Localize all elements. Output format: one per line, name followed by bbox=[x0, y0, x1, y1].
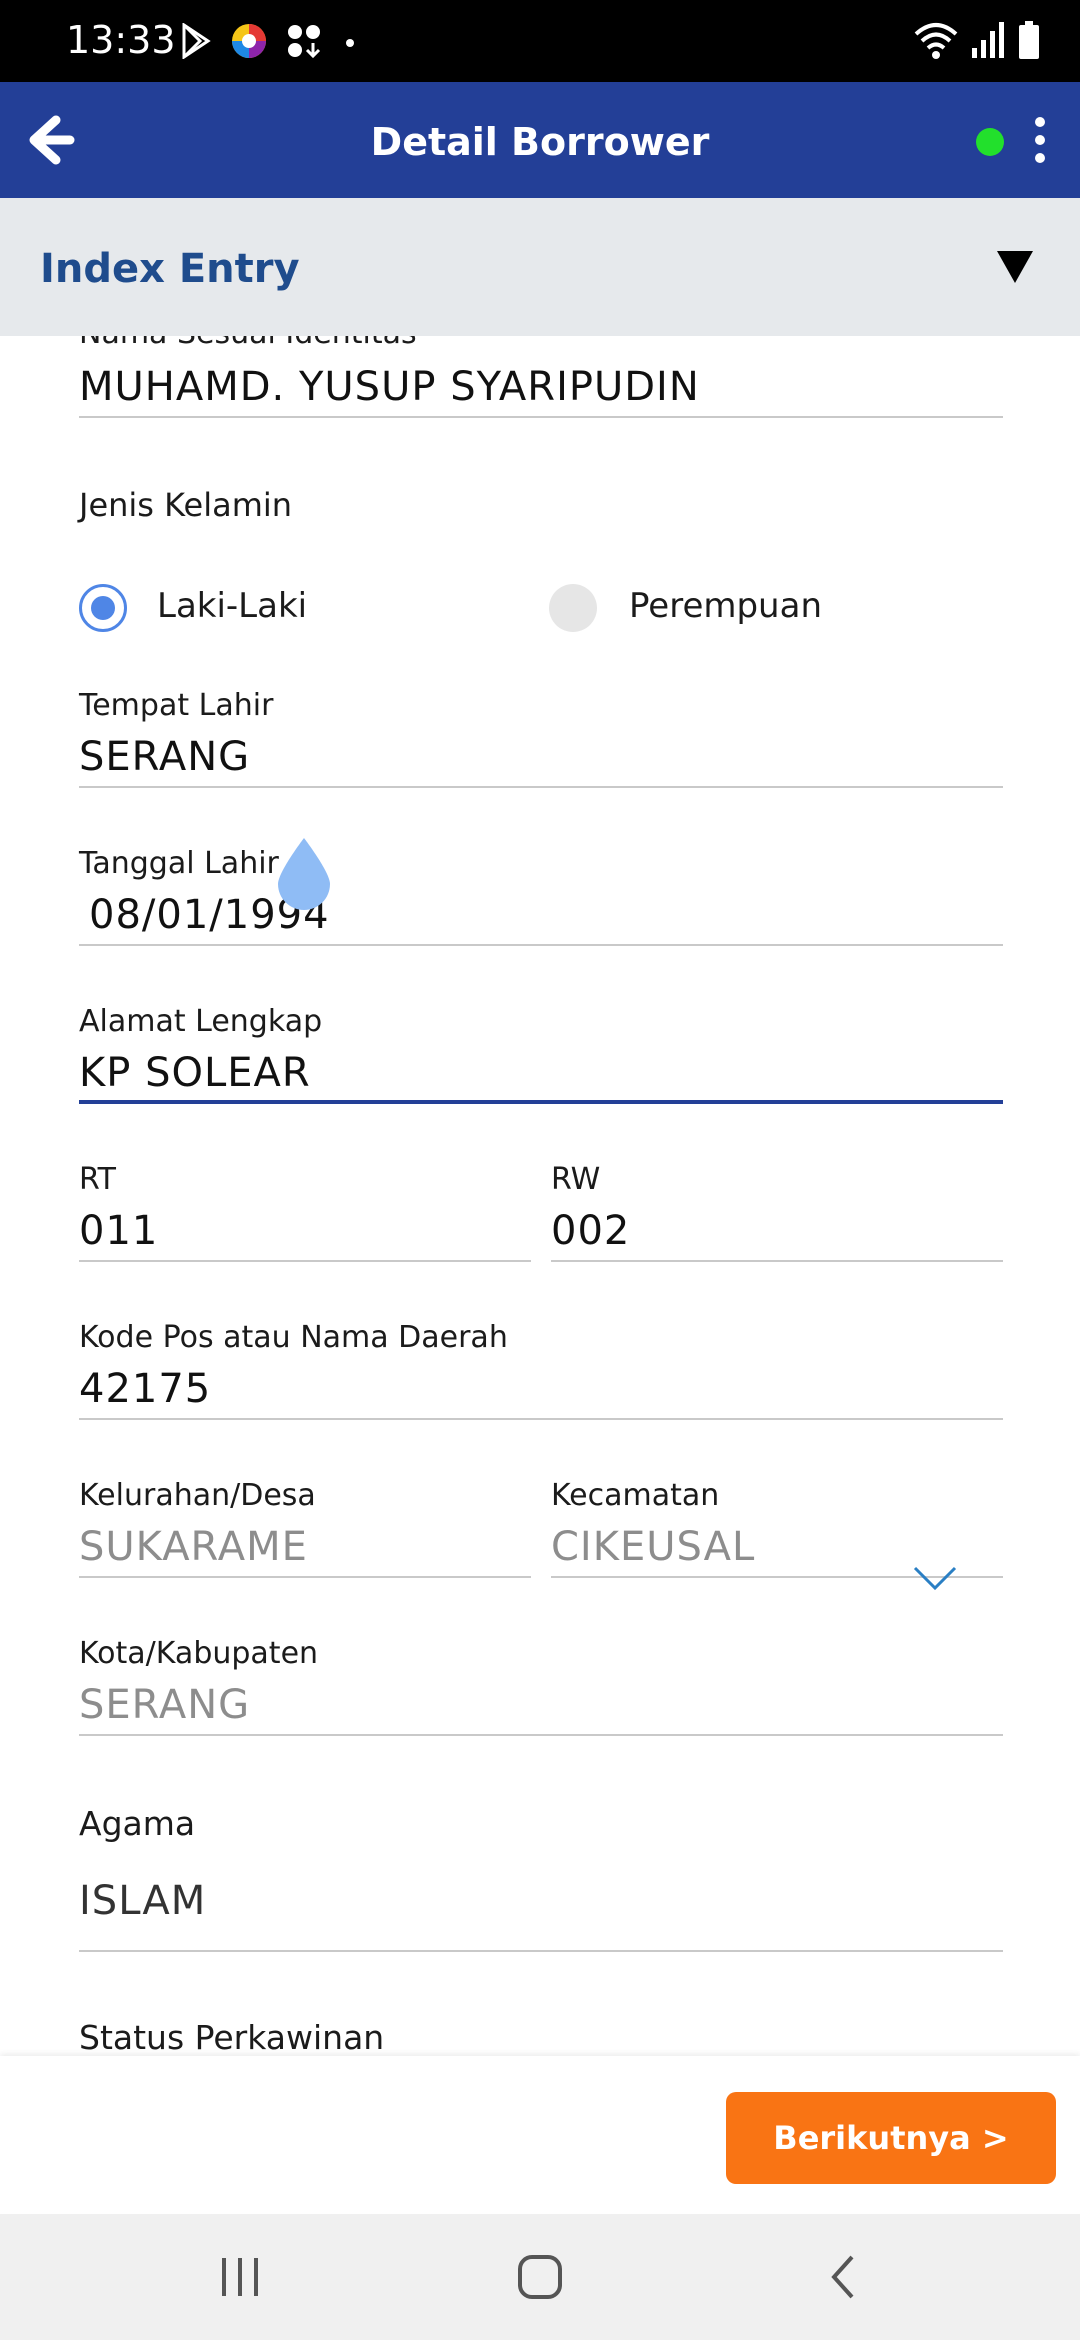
nama-label: Nama Sesuai Identitas bbox=[79, 336, 417, 351]
rt-underline bbox=[79, 1260, 531, 1262]
triangle-down-icon[interactable] bbox=[996, 250, 1034, 284]
alamat-field[interactable]: KP SOLEAR bbox=[79, 1050, 311, 1096]
back-icon[interactable] bbox=[814, 2252, 874, 2302]
status-perkawinan-label: Status Perkawinan bbox=[79, 2018, 385, 2056]
nama-underline bbox=[79, 416, 1003, 418]
radio-perempuan-label[interactable]: Perempuan bbox=[629, 586, 822, 626]
alamat-label: Alamat Lengkap bbox=[79, 1004, 323, 1039]
agama-underline bbox=[79, 1950, 1003, 1952]
kota-underline bbox=[79, 1734, 1003, 1736]
section-header-index-entry[interactable]: Index Entry bbox=[0, 198, 1080, 336]
rw-underline bbox=[551, 1260, 1003, 1262]
kecamatan-label: Kecamatan bbox=[551, 1478, 720, 1513]
footer-bar: Berikutnya > bbox=[0, 2056, 1080, 2214]
kode-pos-underline bbox=[79, 1418, 1003, 1420]
status-bar: 13:33 bbox=[0, 0, 1080, 82]
tempat-lahir-field[interactable]: SERANG bbox=[79, 734, 250, 780]
chevron-down-icon[interactable] bbox=[912, 1564, 958, 1594]
play-store-icon bbox=[182, 23, 211, 59]
agama-label: Agama bbox=[79, 1804, 196, 1843]
next-button[interactable]: Berikutnya > bbox=[726, 2092, 1056, 2184]
wifi-icon bbox=[914, 23, 958, 59]
alamat-underline-active bbox=[79, 1100, 1003, 1104]
tanggal-lahir-label: Tanggal Lahir bbox=[79, 846, 279, 881]
radio-laki-laki-label[interactable]: Laki-Laki bbox=[157, 586, 307, 626]
recent-apps-icon[interactable] bbox=[210, 2252, 270, 2302]
rw-label: RW bbox=[551, 1162, 601, 1197]
kelurahan-field: SUKARAME bbox=[79, 1524, 308, 1570]
kota-field: SERANG bbox=[79, 1682, 251, 1728]
tempat-lahir-label: Tempat Lahir bbox=[79, 688, 274, 723]
rw-field[interactable]: 002 bbox=[551, 1208, 630, 1254]
app-bar: Detail Borrower bbox=[0, 82, 1080, 198]
dot-icon bbox=[346, 39, 354, 47]
radio-laki-laki[interactable] bbox=[79, 584, 127, 632]
kode-pos-label: Kode Pos atau Nama Daerah bbox=[79, 1320, 508, 1355]
touch-droplet-icon bbox=[278, 838, 330, 910]
kecamatan-field: CIKEUSAL bbox=[551, 1524, 756, 1570]
signal-icon bbox=[972, 22, 1004, 58]
rt-label: RT bbox=[79, 1162, 116, 1197]
kelurahan-underline bbox=[79, 1576, 531, 1578]
jenis-kelamin-label: Jenis Kelamin bbox=[79, 486, 293, 524]
battery-icon bbox=[1019, 21, 1039, 59]
section-title: Index Entry bbox=[40, 246, 300, 292]
status-icons-left bbox=[180, 22, 360, 60]
rt-field[interactable]: 011 bbox=[79, 1208, 158, 1254]
grid-download-icon bbox=[288, 25, 321, 59]
radio-perempuan[interactable] bbox=[549, 584, 597, 632]
agama-select[interactable]: ISLAM bbox=[79, 1878, 206, 1924]
online-status-indicator bbox=[976, 128, 1004, 156]
form-scroll-area[interactable]: Nama Sesuai Identitas MUHAMD. YUSUP SYAR… bbox=[0, 336, 1080, 2056]
status-time: 13:33 bbox=[66, 18, 176, 62]
home-icon[interactable] bbox=[510, 2252, 570, 2302]
kode-pos-field[interactable]: 42175 bbox=[79, 1366, 211, 1412]
page-title: Detail Borrower bbox=[370, 120, 710, 164]
tanggal-lahir-underline bbox=[79, 944, 1003, 946]
status-icons-right bbox=[914, 20, 1040, 60]
kelurahan-label: Kelurahan/Desa bbox=[79, 1478, 316, 1513]
app-circle-icon bbox=[232, 24, 266, 58]
kota-label: Kota/Kabupaten bbox=[79, 1636, 319, 1671]
more-vertical-icon[interactable] bbox=[1022, 114, 1058, 166]
tempat-lahir-underline bbox=[79, 786, 1003, 788]
nama-field[interactable]: MUHAMD. YUSUP SYARIPUDIN bbox=[79, 364, 700, 410]
system-nav-bar bbox=[0, 2214, 1080, 2340]
